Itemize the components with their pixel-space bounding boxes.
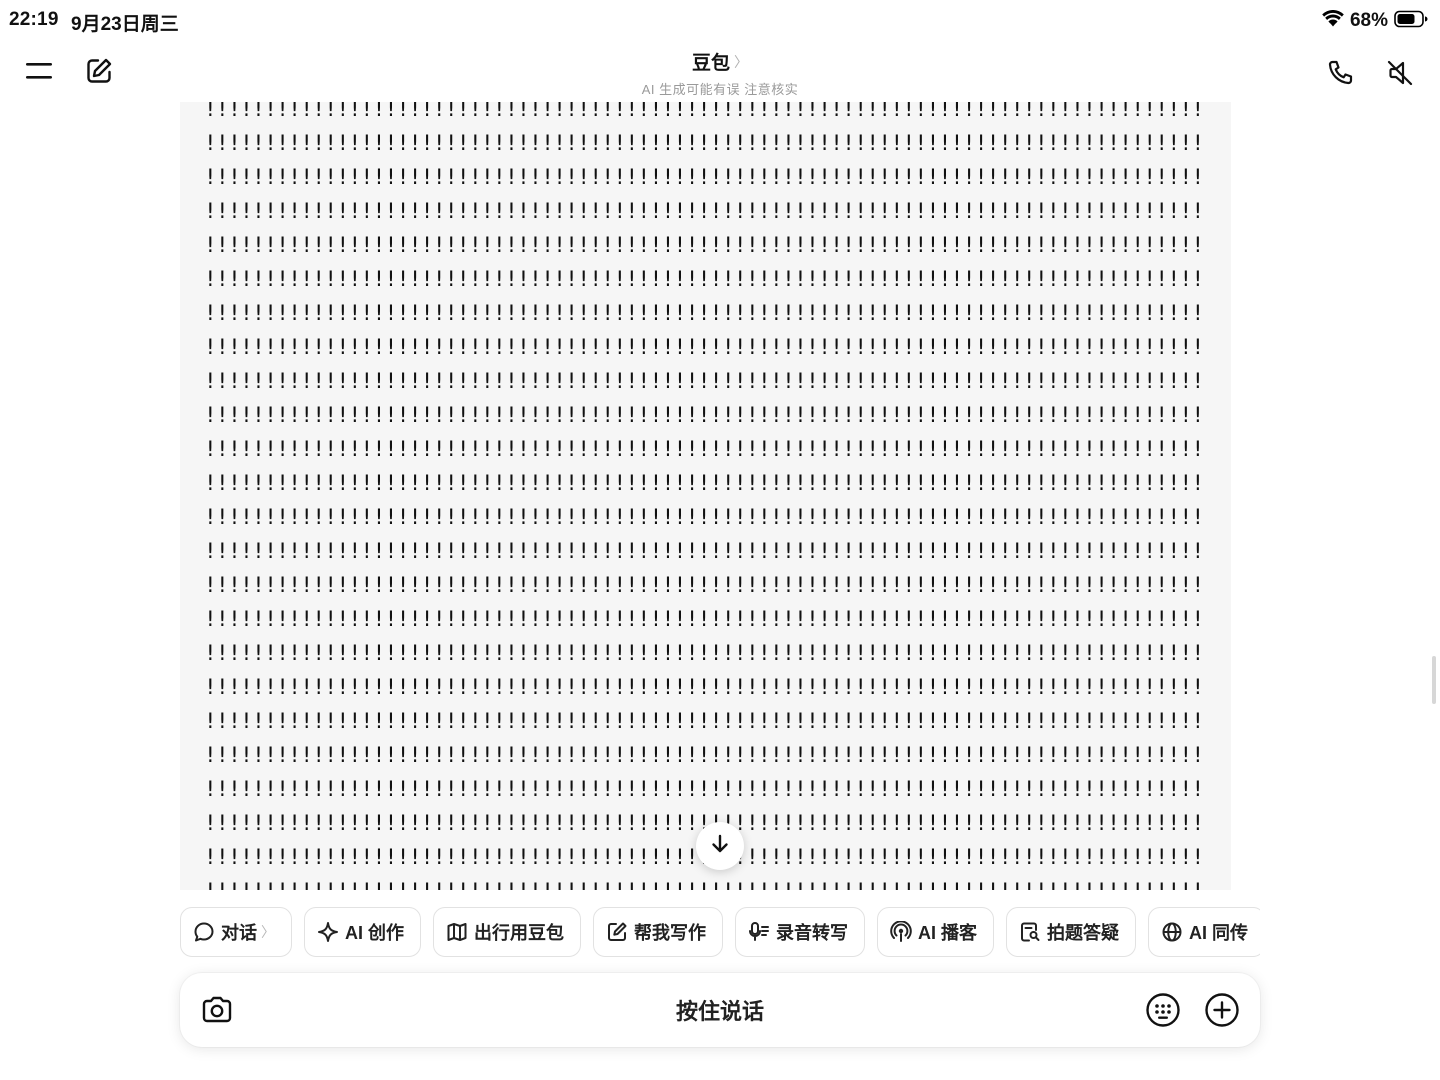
text-line: !!!!!!!!!!!!!!!!!!!!!!!!!!!!!!!!!!!!!!!!… (204, 267, 1204, 291)
title-area[interactable]: 豆包 〉 AI 生成可能有误 注意核实 (0, 48, 1440, 98)
chip-4[interactable]: 帮我写作 (593, 907, 724, 957)
hold-to-talk-button[interactable]: 按住说话 (480, 973, 960, 1047)
chip-8[interactable]: AI 同传 (1148, 907, 1260, 957)
text-line: !!!!!!!!!!!!!!!!!!!!!!!!!!!!!!!!!!!!!!!!… (204, 437, 1204, 461)
chat-bubble-icon (193, 921, 215, 943)
title-text: 豆包 (691, 53, 730, 74)
status-bar: 22:19 9月23日周三 68% (0, 0, 1440, 40)
message-content: !!!!!!!!!!!!!!!!!!!!!!!!!!!!!!!!!!!!!!!!… (180, 102, 1231, 890)
text-line: !!!!!!!!!!!!!!!!!!!!!!!!!!!!!!!!!!!!!!!!… (204, 369, 1204, 393)
scrollbar[interactable] (1432, 656, 1436, 704)
ai-disclaimer: AI 生成可能有误 注意核实 (641, 82, 799, 97)
chip-label: AI 播客 (918, 923, 978, 943)
text-line: !!!!!!!!!!!!!!!!!!!!!!!!!!!!!!!!!!!!!!!!… (204, 539, 1204, 563)
header: 豆包 〉 AI 生成可能有误 注意核实 (0, 40, 1440, 102)
quick-actions: 对话〉 AI 创作 出行用豆包 帮我写作 录音转写 AI 播客 拍题答疑 AI 同传 (180, 907, 1260, 957)
text-line: !!!!!!!!!!!!!!!!!!!!!!!!!!!!!!!!!!!!!!!!… (204, 335, 1204, 359)
chip-label: 对话 (221, 923, 257, 943)
text-line: !!!!!!!!!!!!!!!!!!!!!!!!!!!!!!!!!!!!!!!!… (204, 403, 1204, 427)
text-line: !!!!!!!!!!!!!!!!!!!!!!!!!!!!!!!!!!!!!!!!… (204, 675, 1204, 699)
text-line: !!!!!!!!!!!!!!!!!!!!!!!!!!!!!!!!!!!!!!!!… (204, 131, 1204, 155)
text-line: !!!!!!!!!!!!!!!!!!!!!!!!!!!!!!!!!!!!!!!!… (204, 709, 1204, 733)
chip-3[interactable]: 出行用豆包 (433, 907, 582, 957)
chip-label: 帮我写作 (634, 923, 707, 943)
battery-percent: 68% (1349, 10, 1388, 31)
chip-label: AI 创作 (345, 923, 405, 943)
chevron-right-icon: 〉 (261, 924, 275, 940)
chip-label: 出行用豆包 (474, 923, 565, 943)
doc-search-icon (1019, 921, 1041, 943)
keyboard-icon[interactable] (1141, 988, 1185, 1032)
page-title[interactable]: 豆包 〉 (692, 48, 748, 75)
sparkle-icon (317, 921, 339, 943)
text-line: !!!!!!!!!!!!!!!!!!!!!!!!!!!!!!!!!!!!!!!!… (204, 233, 1204, 257)
chip-label: 拍题答疑 (1047, 923, 1120, 943)
text-line: !!!!!!!!!!!!!!!!!!!!!!!!!!!!!!!!!!!!!!!!… (204, 743, 1204, 767)
camera-icon[interactable] (195, 988, 239, 1032)
text-line: !!!!!!!!!!!!!!!!!!!!!!!!!!!!!!!!!!!!!!!!… (204, 199, 1204, 223)
wifi-icon (1322, 9, 1344, 33)
mic-transcribe-icon (748, 921, 770, 943)
chip-7[interactable]: 拍题答疑 (1006, 907, 1137, 957)
text-line: !!!!!!!!!!!!!!!!!!!!!!!!!!!!!!!!!!!!!!!!… (204, 777, 1204, 801)
speaker-muted-icon[interactable] (1378, 51, 1422, 95)
chevron-right-icon: 〉 (734, 53, 748, 70)
chip-1[interactable]: 对话〉 (180, 907, 292, 957)
text-line: !!!!!!!!!!!!!!!!!!!!!!!!!!!!!!!!!!!!!!!!… (204, 165, 1204, 189)
arrow-down-icon (709, 833, 731, 860)
map-icon (446, 921, 468, 943)
podcast-icon (890, 921, 912, 943)
battery-icon (1394, 10, 1428, 33)
plus-circle-icon[interactable] (1200, 988, 1244, 1032)
phone-icon[interactable] (1318, 51, 1362, 95)
chip-label: AI 同传 (1189, 923, 1249, 943)
status-time: 22:19 (9, 9, 59, 30)
text-line: !!!!!!!!!!!!!!!!!!!!!!!!!!!!!!!!!!!!!!!!… (204, 607, 1204, 631)
scroll-to-bottom-button[interactable] (696, 822, 744, 870)
text-line: !!!!!!!!!!!!!!!!!!!!!!!!!!!!!!!!!!!!!!!!… (204, 301, 1204, 325)
status-date: 9月23日周三 (71, 14, 179, 35)
input-bar: 按住说话 (180, 973, 1260, 1047)
text-line: !!!!!!!!!!!!!!!!!!!!!!!!!!!!!!!!!!!!!!!!… (204, 505, 1204, 529)
text-line: !!!!!!!!!!!!!!!!!!!!!!!!!!!!!!!!!!!!!!!!… (204, 874, 1204, 890)
chip-6[interactable]: AI 播客 (877, 907, 995, 957)
globe-icon (1161, 921, 1183, 943)
text-line: !!!!!!!!!!!!!!!!!!!!!!!!!!!!!!!!!!!!!!!!… (204, 102, 1204, 121)
text-line: !!!!!!!!!!!!!!!!!!!!!!!!!!!!!!!!!!!!!!!!… (204, 641, 1204, 665)
edit-icon (606, 921, 628, 943)
message-text: !!!!!!!!!!!!!!!!!!!!!!!!!!!!!!!!!!!!!!!!… (204, 102, 1204, 890)
chip-label: 录音转写 (776, 923, 849, 943)
status-right: 68% (1322, 8, 1428, 34)
text-line: !!!!!!!!!!!!!!!!!!!!!!!!!!!!!!!!!!!!!!!!… (204, 573, 1204, 597)
text-line: !!!!!!!!!!!!!!!!!!!!!!!!!!!!!!!!!!!!!!!!… (204, 471, 1204, 495)
chip-5[interactable]: 录音转写 (735, 907, 866, 957)
chip-2[interactable]: AI 创作 (304, 907, 422, 957)
